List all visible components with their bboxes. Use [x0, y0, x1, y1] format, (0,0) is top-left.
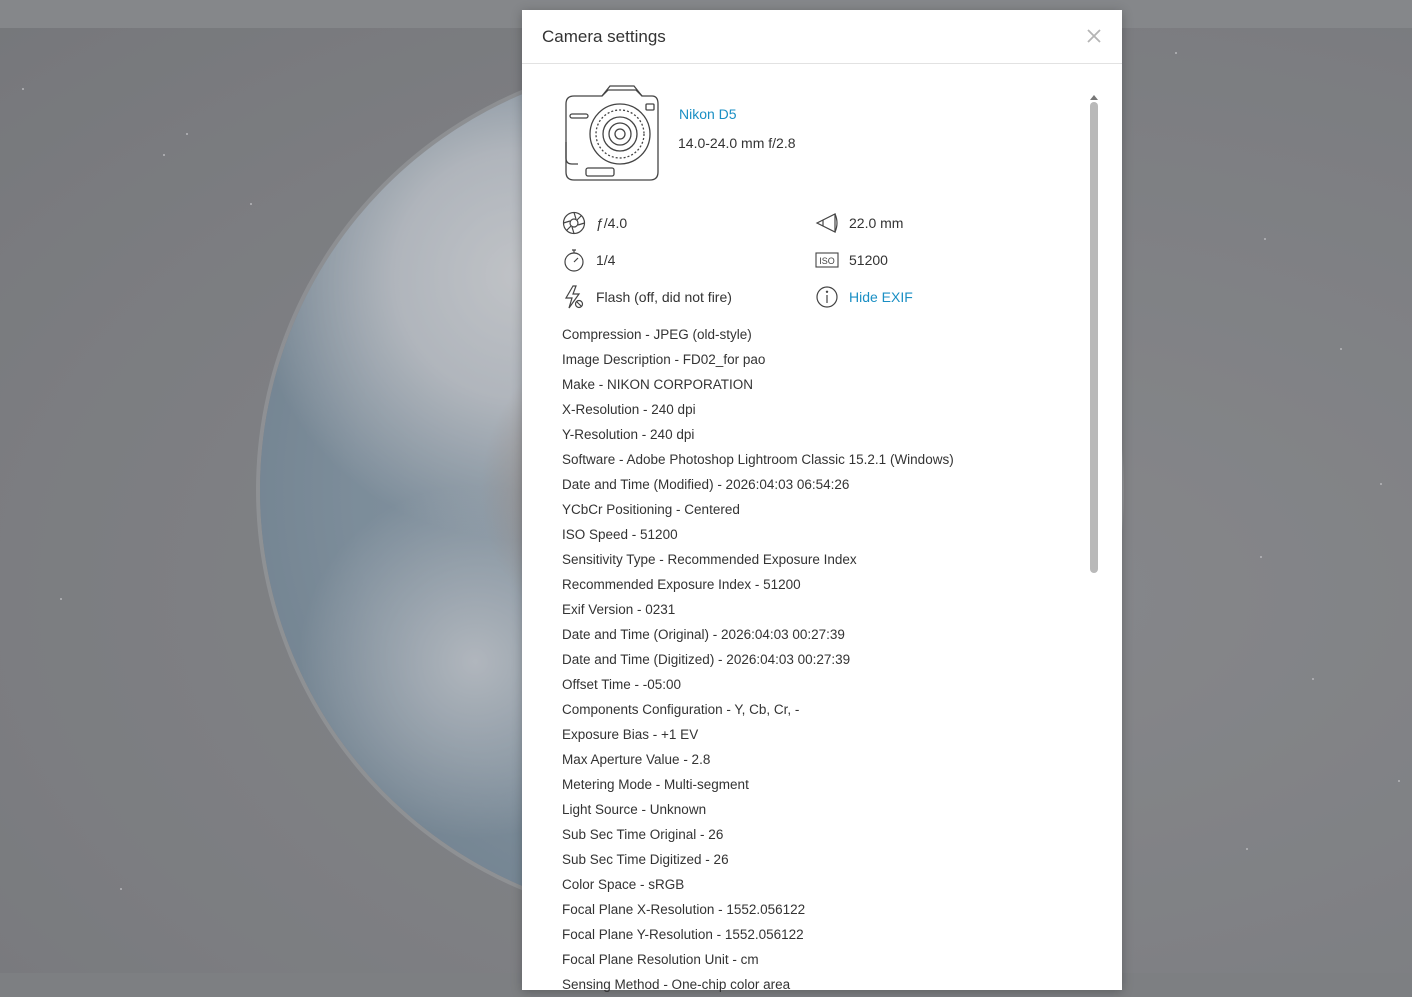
- hide-exif-toggle[interactable]: Hide EXIF: [815, 285, 913, 309]
- hide-exif-link[interactable]: Hide EXIF: [849, 289, 913, 305]
- exif-row: Image Description - FD02_for pao: [562, 352, 766, 367]
- exif-row: Date and Time (Digitized) - 2026:04:03 0…: [562, 652, 851, 667]
- exif-row: Metering Mode - Multi-segment: [562, 777, 749, 792]
- camera-illustration: [562, 84, 660, 184]
- exif-list: Compression - JPEG (old-style) Image Des…: [562, 322, 954, 997]
- exif-row: Sensing Method - One-chip color area: [562, 977, 791, 992]
- exif-row: Sub Sec Time Original - 26: [562, 827, 724, 842]
- scroll-up-arrow[interactable]: [1089, 88, 1099, 100]
- aperture-value: ƒ/4.0: [596, 215, 628, 231]
- modal-header: Camera settings: [522, 10, 1122, 64]
- exif-row: Software - Adobe Photoshop Lightroom Cla…: [562, 452, 954, 467]
- exif-row: Date and Time (Original) - 2026:04:03 00…: [562, 627, 845, 642]
- exif-row: Sensitivity Type - Recommended Exposure …: [562, 552, 857, 567]
- flash-off-icon: [562, 285, 586, 309]
- lens-icon: [815, 211, 839, 235]
- exif-row: Date and Time (Modified) - 2026:04:03 06…: [562, 477, 850, 492]
- aperture-icon: [562, 211, 586, 235]
- exif-row: YCbCr Positioning - Centered: [562, 502, 740, 517]
- spec-shutter: 1/4: [562, 248, 615, 272]
- exif-row: Compression - JPEG (old-style): [562, 327, 752, 342]
- flash-value: Flash (off, did not fire): [596, 289, 732, 305]
- modal-title: Camera settings: [542, 27, 666, 46]
- iso-value: 51200: [849, 252, 888, 268]
- spec-aperture: ƒ/4.0: [562, 211, 627, 235]
- spec-focal-length: 22.0 mm: [815, 211, 903, 235]
- info-icon: [815, 285, 839, 309]
- exif-row: Offset Time - -05:00: [562, 677, 682, 692]
- shutter-value: 1/4: [596, 252, 616, 268]
- exif-row: Recommended Exposure Index - 51200: [562, 577, 801, 592]
- lens-info: 14.0-24.0 mm f/2.8: [678, 135, 796, 151]
- exif-row: Exif Version - 0231: [562, 602, 676, 617]
- exif-row: Components Configuration - Y, Cb, Cr, -: [562, 702, 800, 717]
- exif-row: Max Aperture Value - 2.8: [562, 752, 711, 767]
- exif-row: Exposure Bias - +1 EV: [562, 727, 699, 742]
- exif-row: Focal Plane Y-Resolution - 1552.056122: [562, 927, 804, 942]
- camera-model-link[interactable]: Nikon D5: [679, 106, 737, 122]
- stopwatch-icon: [562, 248, 586, 272]
- scrollbar-thumb[interactable]: [1090, 102, 1098, 573]
- focal-length-value: 22.0 mm: [849, 215, 904, 231]
- exif-row: Sub Sec Time Digitized - 26: [562, 852, 729, 867]
- exif-row: Light Source - Unknown: [562, 802, 707, 817]
- exif-row: Y-Resolution - 240 dpi: [562, 427, 695, 442]
- exif-row: Make - NIKON CORPORATION: [562, 377, 754, 392]
- exif-row: X-Resolution - 240 dpi: [562, 402, 696, 417]
- camera-settings-modal: Camera settings Nikon D5 14.0-24.0 mm f/…: [522, 10, 1122, 992]
- exif-row: Focal Plane Resolution Unit - cm: [562, 952, 759, 967]
- svg-text:ISO: ISO: [819, 256, 835, 266]
- close-button[interactable]: [1082, 24, 1106, 48]
- exif-row: Color Space - sRGB: [562, 877, 685, 892]
- spec-iso: ISO 51200: [815, 248, 888, 272]
- exif-row: Focal Plane X-Resolution - 1552.056122: [562, 902, 806, 917]
- iso-icon: ISO: [815, 248, 839, 272]
- exif-row: ISO Speed - 51200: [562, 527, 678, 542]
- spec-flash: Flash (off, did not fire): [562, 285, 732, 309]
- close-icon: [1087, 29, 1101, 43]
